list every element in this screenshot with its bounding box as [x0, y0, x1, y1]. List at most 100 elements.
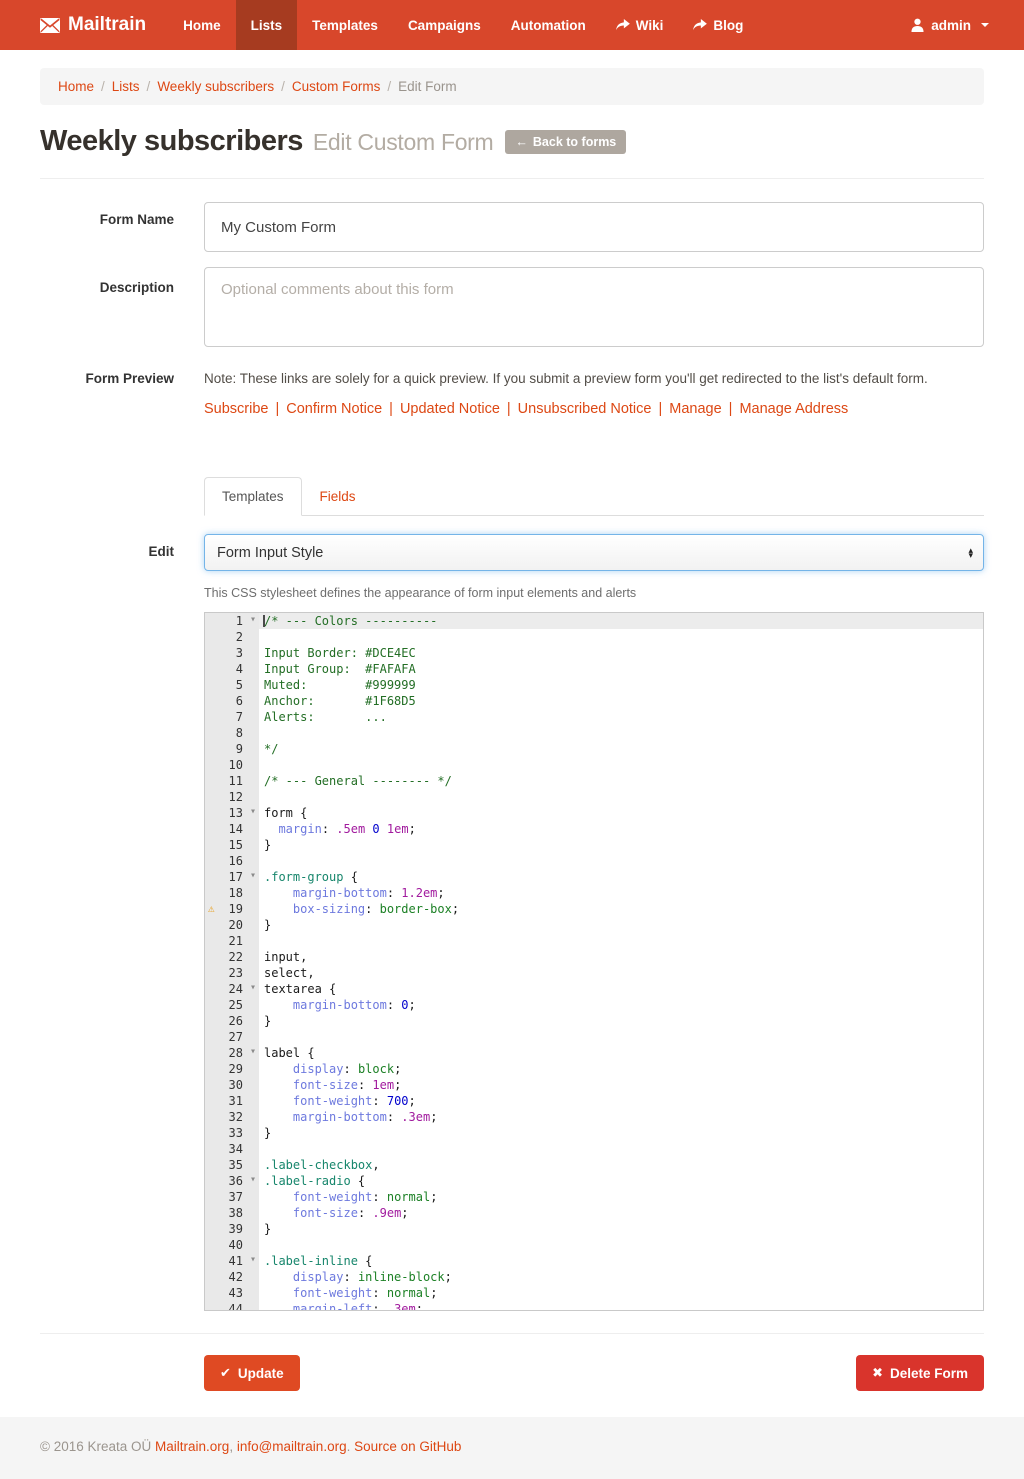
preview-link-confirm-notice[interactable]: Confirm Notice — [286, 401, 382, 417]
editor-line: 1▾/* --- Colors ---------- — [205, 613, 983, 629]
code-line: input, — [259, 949, 983, 965]
navbar: Mailtrain HomeListsTemplatesCampaignsAut… — [0, 0, 1024, 50]
nav-tabs: TemplatesFields — [204, 477, 984, 516]
preview-link-updated-notice[interactable]: Updated Notice — [400, 401, 500, 417]
editor-line: 32 margin-bottom: .3em; — [205, 1109, 983, 1125]
code-line: Alerts: ... — [259, 709, 983, 725]
nav-item-blog[interactable]: Blog — [678, 0, 758, 50]
code-line — [259, 757, 983, 773]
gutter-line-number: 19⚠ — [205, 901, 259, 917]
description-label: Description — [40, 267, 174, 352]
code-line: display: inline-block; — [259, 1269, 983, 1285]
description-textarea[interactable] — [204, 267, 984, 347]
fold-arrow-icon[interactable]: ▾ — [250, 1252, 256, 1268]
footer: © 2016 Kreata OÜ Mailtrain.org, info@mai… — [0, 1417, 1024, 1479]
nav-item-home[interactable]: Home — [168, 0, 236, 50]
fold-arrow-icon[interactable]: ▾ — [250, 868, 256, 884]
nav-item-automation[interactable]: Automation — [496, 0, 601, 50]
gutter-line-number: 28▾ — [205, 1045, 259, 1061]
gutter-line-number: 30 — [205, 1077, 259, 1093]
preview-link-unsubscribed-notice[interactable]: Unsubscribed Notice — [518, 401, 652, 417]
nav-item-campaigns[interactable]: Campaigns — [393, 0, 496, 50]
code-line — [259, 1237, 983, 1253]
footer-separator: , — [229, 1439, 237, 1454]
editor-line: 16 — [205, 853, 983, 869]
gutter-line-number: 3 — [205, 645, 259, 661]
mailtrain-org-link[interactable]: Mailtrain.org — [155, 1439, 229, 1454]
gutter-line-number: 43 — [205, 1285, 259, 1301]
gutter-line-number: 9 — [205, 741, 259, 757]
update-button[interactable]: ✔ Update — [204, 1355, 300, 1391]
gutter-line-number: 15 — [205, 837, 259, 853]
check-icon: ✔ — [220, 1365, 231, 1381]
editor-line: 34 — [205, 1141, 983, 1157]
delete-form-button[interactable]: ✖ Delete Form — [856, 1355, 984, 1391]
form-name-label: Form Name — [40, 202, 174, 252]
template-select-value: Form Input Style — [217, 545, 323, 561]
gutter-line-number: 41▾ — [205, 1253, 259, 1269]
editor-line: 31 font-weight: 700; — [205, 1093, 983, 1109]
breadcrumb-separator: / — [281, 79, 285, 94]
fold-arrow-icon[interactable]: ▾ — [250, 804, 256, 820]
breadcrumb-link-lists[interactable]: Lists — [112, 79, 140, 94]
gutter-line-number: 13▾ — [205, 805, 259, 821]
gutter-line-number: 40 — [205, 1237, 259, 1253]
code-line: font-weight: normal; — [259, 1189, 983, 1205]
form-name-input[interactable] — [204, 202, 984, 252]
breadcrumb-current: Edit Form — [398, 79, 457, 94]
link-separator: | — [507, 401, 511, 417]
nav-item-wiki[interactable]: Wiki — [601, 0, 679, 50]
fold-arrow-icon[interactable]: ▾ — [250, 612, 256, 628]
preview-link-subscribe[interactable]: Subscribe — [204, 401, 268, 417]
breadcrumb-separator: / — [387, 79, 391, 94]
page-header: Weekly subscribers Edit Custom Form ← Ba… — [40, 125, 984, 158]
nav-item-templates[interactable]: Templates — [297, 0, 393, 50]
code-line: margin-bottom: 1.2em; — [259, 885, 983, 901]
editor-line: 8 — [205, 725, 983, 741]
tab-templates[interactable]: Templates — [204, 477, 302, 516]
gutter-line-number: 38 — [205, 1205, 259, 1221]
user-menu[interactable]: admin — [901, 0, 999, 50]
editor-line: 10 — [205, 757, 983, 773]
code-line: Input Border: #DCE4EC — [259, 645, 983, 661]
link-separator: | — [729, 401, 733, 417]
code-line — [259, 1029, 983, 1045]
gutter-line-number: 39 — [205, 1221, 259, 1237]
breadcrumb-link-home[interactable]: Home — [58, 79, 94, 94]
code-line: Muted: #999999 — [259, 677, 983, 693]
preview-link-manage[interactable]: Manage — [669, 401, 721, 417]
editor-line: 24▾textarea { — [205, 981, 983, 997]
editor-line: 7Alerts: ... — [205, 709, 983, 725]
gutter-line-number: 6 — [205, 693, 259, 709]
nav-item-lists[interactable]: Lists — [236, 0, 298, 50]
editor-line: 12 — [205, 789, 983, 805]
github-link[interactable]: Source on GitHub — [354, 1439, 461, 1454]
gutter-line-number: 1▾ — [205, 613, 259, 629]
email-link[interactable]: info@mailtrain.org — [237, 1439, 347, 1454]
share-arrow-icon — [616, 19, 630, 31]
code-line: } — [259, 1125, 983, 1141]
editor-line: 17▾.form-group { — [205, 869, 983, 885]
gutter-line-number: 42 — [205, 1269, 259, 1285]
editor-line: 44 margin-left: .3em; — [205, 1301, 983, 1311]
template-select[interactable]: Form Input Style ▴▾ — [204, 534, 984, 571]
tabs-row: TemplatesFields — [204, 477, 984, 516]
copyright-text: © 2016 Kreata OÜ — [40, 1439, 151, 1454]
fold-arrow-icon[interactable]: ▾ — [250, 1044, 256, 1060]
brand[interactable]: Mailtrain — [40, 0, 146, 50]
back-to-forms-button[interactable]: ← Back to forms — [505, 130, 626, 154]
gutter-line-number: 34 — [205, 1141, 259, 1157]
editor-line: 37 font-weight: normal; — [205, 1189, 983, 1205]
gutter-line-number: 35 — [205, 1157, 259, 1173]
breadcrumb-link-weekly-subscribers[interactable]: Weekly subscribers — [157, 79, 274, 94]
edit-label: Edit — [40, 534, 174, 571]
fold-arrow-icon[interactable]: ▾ — [250, 1172, 256, 1188]
breadcrumb-separator: / — [147, 79, 151, 94]
select-arrows-icon: ▴▾ — [968, 548, 973, 558]
tab-fields[interactable]: Fields — [302, 477, 374, 516]
fold-arrow-icon[interactable]: ▾ — [250, 980, 256, 996]
breadcrumb-link-custom-forms[interactable]: Custom Forms — [292, 79, 381, 94]
preview-link-manage-address[interactable]: Manage Address — [739, 401, 848, 417]
code-editor[interactable]: 1▾/* --- Colors ----------23Input Border… — [204, 612, 984, 1311]
breadcrumb: Home / Lists / Weekly subscribers / Custom For… — [40, 68, 984, 105]
